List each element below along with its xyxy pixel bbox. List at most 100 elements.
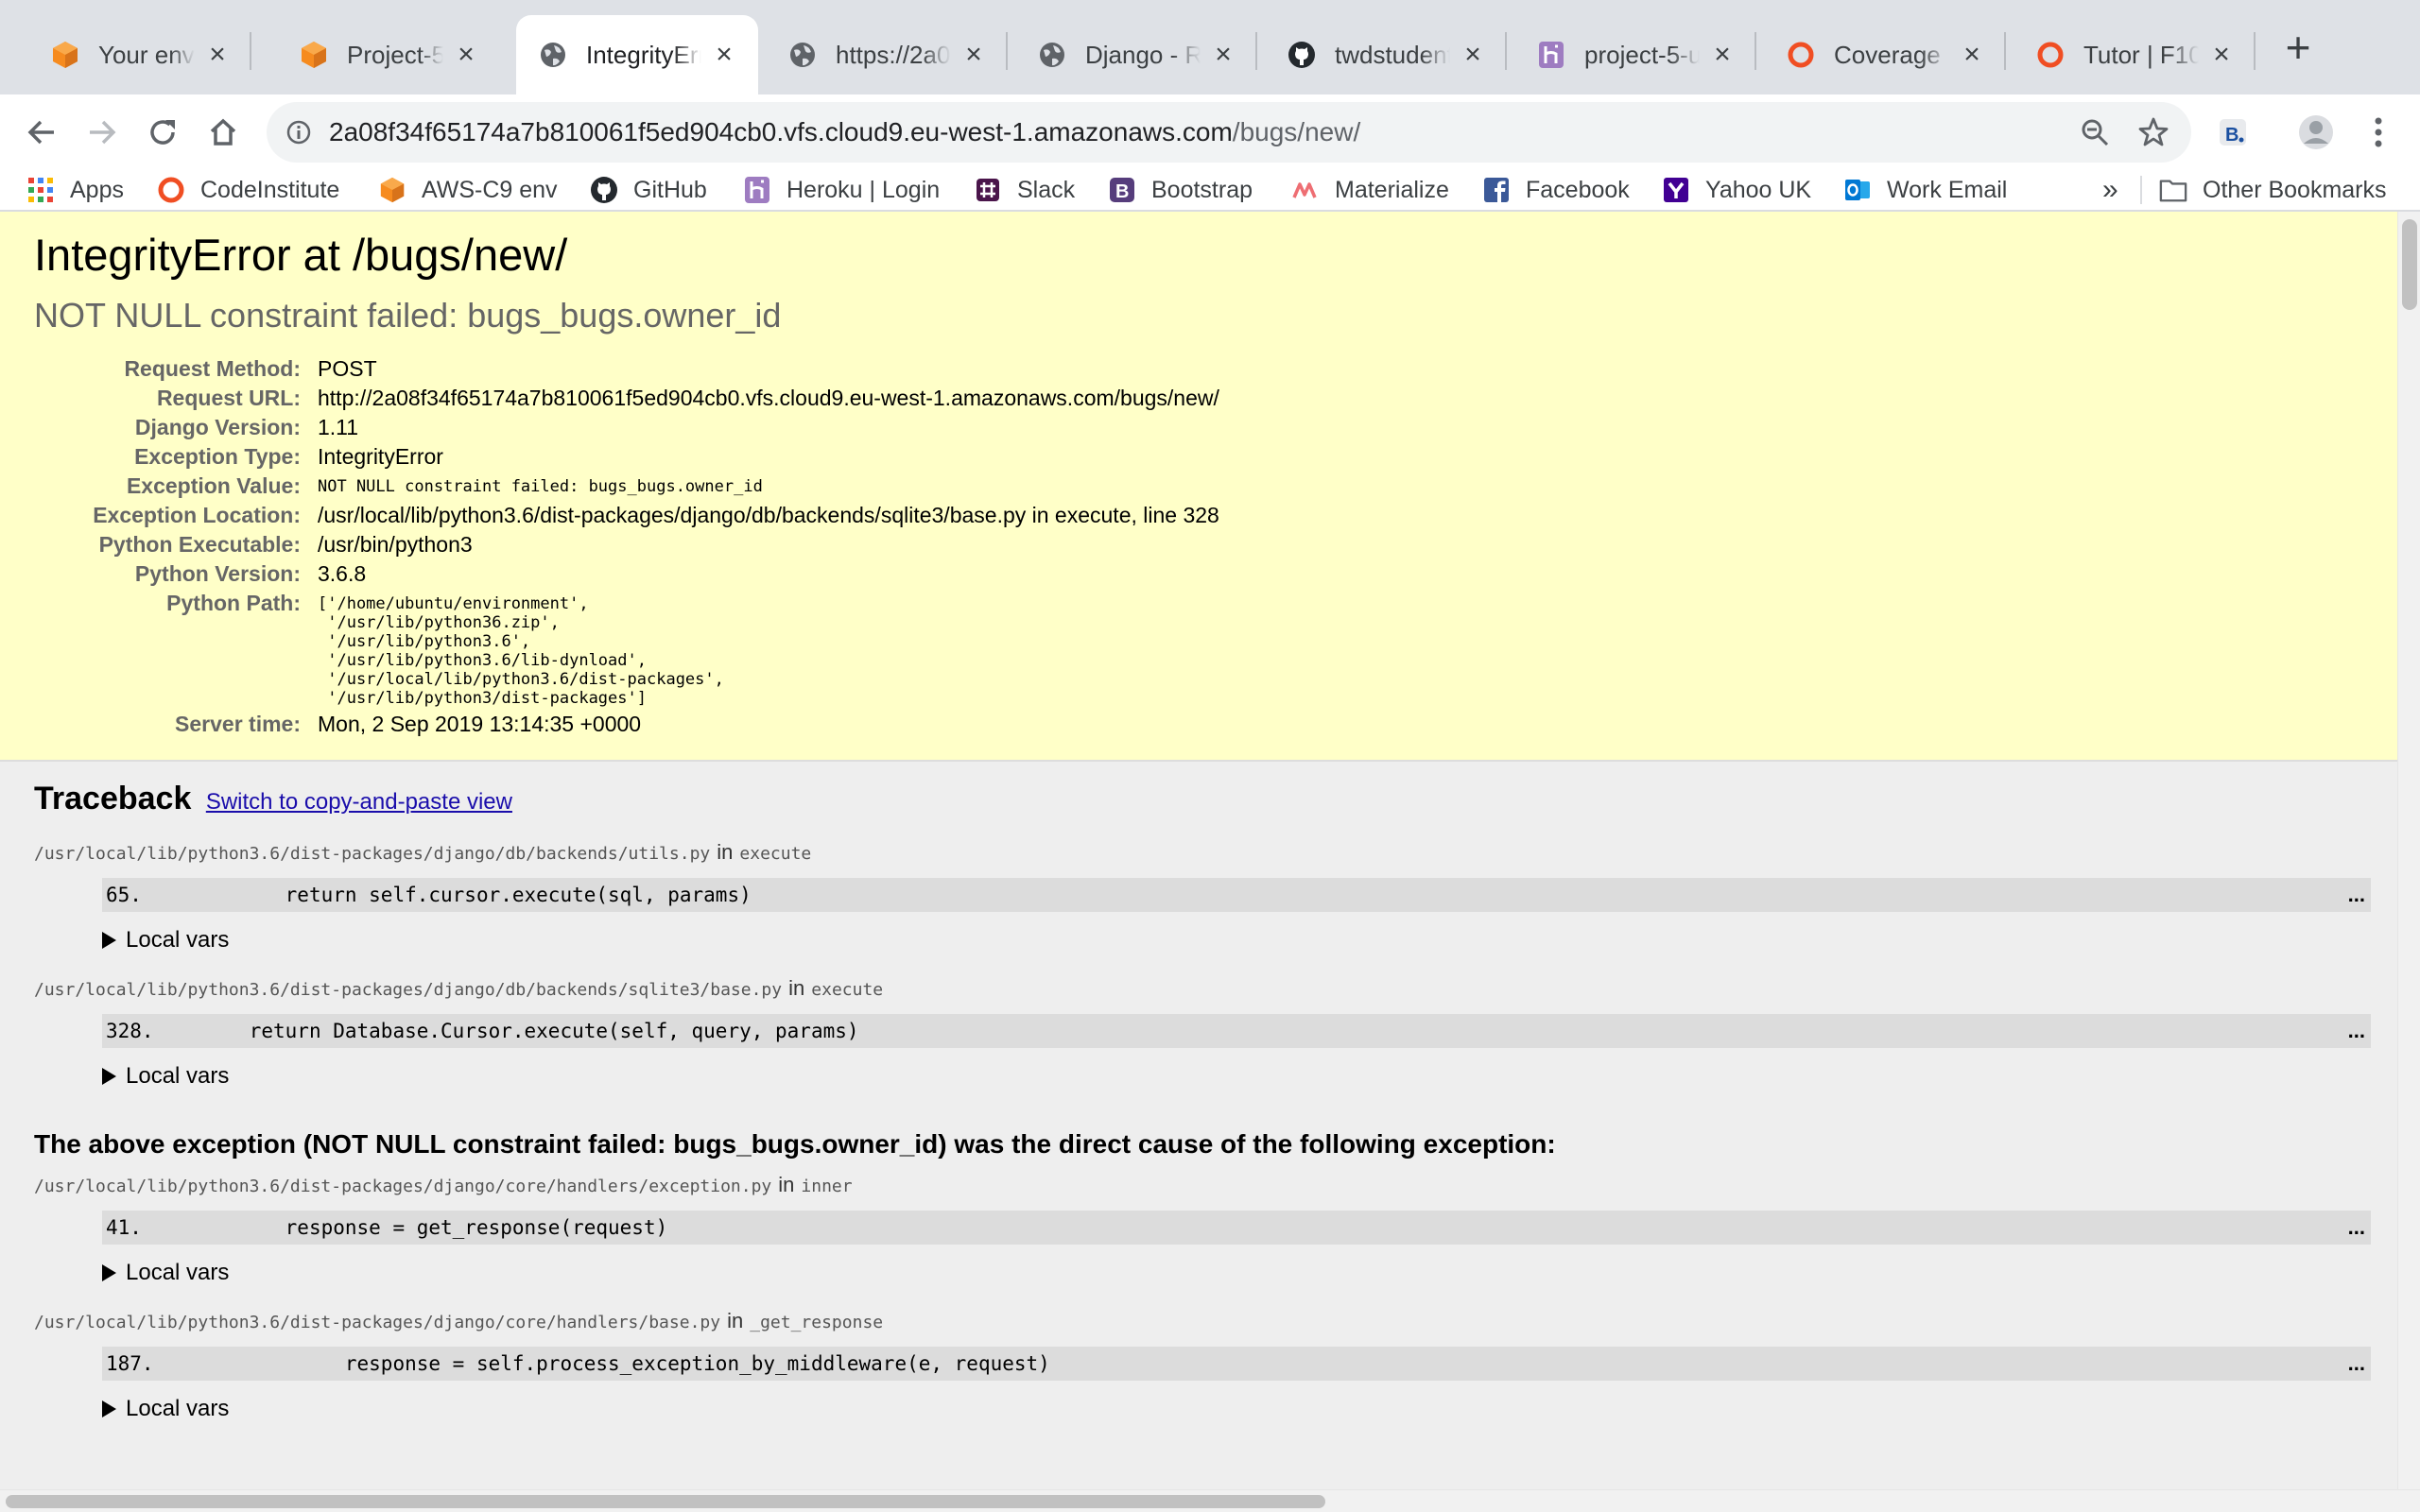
other-bookmarks-folder[interactable]: Other Bookmarks: [2159, 170, 2387, 210]
arrow-left-icon: [27, 120, 54, 145]
meta-label: Exception Value:: [126, 473, 301, 498]
tab-your-environment[interactable]: Your environment ×: [28, 15, 251, 94]
globe-icon: [537, 39, 569, 71]
close-icon[interactable]: ×: [1707, 40, 1737, 70]
bookmark-label: Work Email: [1887, 176, 2008, 203]
bookmark-star-icon[interactable]: [2135, 113, 2172, 151]
meta-label: Exception Location:: [93, 503, 301, 527]
url-path: /bugs/new/: [1232, 117, 1361, 146]
bookmarks-overflow-button[interactable]: »: [2102, 170, 2118, 210]
bookmark-label: Apps: [70, 176, 124, 203]
close-icon[interactable]: ×: [202, 40, 233, 70]
ci-ring-icon: [1785, 39, 1817, 71]
meta-row: Exception Location: /usr/local/lib/python…: [34, 501, 1219, 530]
error-message: NOT NULL constraint failed: bugs_bugs.ow…: [34, 296, 782, 335]
browser-toolbar: 2a08f34f65174a7b810061f5ed904cb0.vfs.clo…: [0, 94, 2420, 170]
info-icon[interactable]: [280, 113, 318, 151]
expand-context-button[interactable]: ...: [2348, 1347, 2365, 1381]
expand-context-button[interactable]: ...: [2348, 878, 2365, 912]
context-line[interactable]: 328. return Database.Cursor.execute(self…: [102, 1014, 2371, 1048]
triangle-right-icon: [102, 1264, 116, 1281]
meta-value: POST: [318, 356, 377, 381]
expand-context-button[interactable]: ...: [2348, 1014, 2365, 1048]
close-icon[interactable]: ×: [1458, 40, 1488, 70]
context-line[interactable]: 41. response = get_response(request)...: [102, 1211, 2371, 1245]
bookmark-aws-c9[interactable]: AWS-C9 env: [378, 170, 558, 210]
context-line[interactable]: 187. response = self.process_exception_b…: [102, 1347, 2371, 1381]
close-icon[interactable]: ×: [2206, 40, 2237, 70]
close-icon[interactable]: ×: [709, 40, 739, 70]
tab-github[interactable]: twdstudent/project ×: [1265, 15, 1507, 94]
extension-button[interactable]: B: [2208, 108, 2257, 157]
vertical-scrollbar[interactable]: [2397, 212, 2420, 1489]
new-tab-button[interactable]: +: [2274, 21, 2322, 74]
expand-context-button[interactable]: ...: [2348, 1211, 2365, 1245]
bookmark-label: AWS-C9 env: [422, 176, 558, 203]
meta-value: NOT NULL constraint failed: bugs_bugs.ow…: [318, 477, 763, 496]
github-icon: [590, 176, 618, 204]
tab-integrity-error[interactable]: IntegrityError ×: [516, 15, 758, 94]
local-vars-toggle[interactable]: Local vars: [102, 1396, 2363, 1422]
github-icon: [1286, 39, 1318, 71]
frame-filename: /usr/local/lib/python3.6/dist-packages/d…: [34, 840, 812, 864]
profile-button[interactable]: [2291, 108, 2341, 157]
meta-value: IntegrityError: [318, 444, 443, 469]
close-icon[interactable]: ×: [1957, 40, 1987, 70]
bookmark-facebook[interactable]: Facebook: [1482, 170, 1630, 210]
forward-button[interactable]: [78, 108, 127, 157]
bookmark-github[interactable]: GitHub: [590, 170, 707, 210]
tab-coverage[interactable]: Coverage | Tutor ×: [1764, 15, 2006, 94]
bootstrap-icon: B: [1108, 176, 1136, 204]
bitly-extension-icon: B: [2220, 119, 2246, 146]
meta-label: Python Version:: [134, 561, 301, 586]
tab-title: Your environment: [98, 40, 195, 69]
apps-grid-icon: [26, 176, 55, 204]
bookmark-slack[interactable]: Slack: [974, 170, 1075, 210]
url-text[interactable]: 2a08f34f65174a7b810061f5ed904cb0.vfs.clo…: [329, 102, 1360, 163]
meta-row: Exception Type: IntegrityError: [34, 442, 1219, 472]
context-line[interactable]: 65. return self.cursor.execute(sql, para…: [102, 878, 2371, 912]
bookmark-label: GitHub: [633, 176, 707, 203]
bookmark-apps[interactable]: Apps: [26, 170, 124, 210]
tab-django-reverse[interactable]: Django - Reverse ×: [1015, 15, 1257, 94]
switch-copy-paste-link[interactable]: Switch to copy-and-paste view: [206, 789, 512, 815]
tab-title: Project-5-Unicorn: [347, 40, 443, 69]
tab-heroku[interactable]: project-5-unicorn ×: [1514, 15, 1756, 94]
horizontal-scroll-thumb[interactable]: [6, 1495, 1325, 1508]
error-summary: IntegrityError at /bugs/new/ NOT NULL co…: [0, 212, 2397, 762]
heroku-icon: [1535, 39, 1567, 71]
aws-cube-icon: [298, 39, 330, 71]
meta-label: Python Path:: [166, 591, 301, 615]
reload-button[interactable]: [138, 108, 187, 157]
close-icon[interactable]: ×: [959, 40, 989, 70]
zoom-icon[interactable]: [2076, 113, 2114, 151]
tab-tutor[interactable]: Tutor | F101 ×: [2014, 15, 2256, 94]
line-number: 328.: [106, 1020, 154, 1042]
kebab-menu-icon: [2375, 117, 2382, 147]
bookmark-label: Facebook: [1526, 176, 1630, 203]
horizontal-scrollbar[interactable]: [0, 1489, 2420, 1512]
globe-icon: [786, 39, 819, 71]
traceback-section: Traceback Switch to copy-and-paste view …: [0, 762, 2397, 1422]
line-number: 41.: [106, 1216, 142, 1239]
bookmark-yahoo[interactable]: Yahoo UK: [1662, 170, 1811, 210]
tab-project-5[interactable]: Project-5-Unicorn ×: [277, 15, 500, 94]
close-icon[interactable]: ×: [451, 40, 481, 70]
address-bar[interactable]: 2a08f34f65174a7b810061f5ed904cb0.vfs.clo…: [267, 102, 2191, 163]
bookmark-bootstrap[interactable]: B Bootstrap: [1108, 170, 1253, 210]
local-vars-toggle[interactable]: Local vars: [102, 927, 2363, 954]
home-button[interactable]: [199, 108, 248, 157]
bookmark-codeinstitute[interactable]: CodeInstitute: [157, 170, 339, 210]
tab-url[interactable]: https://2a08f34f65174a7b ×: [766, 15, 1008, 94]
vertical-scroll-thumb[interactable]: [2402, 219, 2417, 310]
bookmark-materialize[interactable]: Materialize: [1291, 170, 1449, 210]
slack-icon: [974, 176, 1002, 204]
close-icon[interactable]: ×: [1208, 40, 1238, 70]
local-vars-toggle[interactable]: Local vars: [102, 1260, 2363, 1286]
menu-button[interactable]: [2354, 108, 2403, 157]
local-vars-toggle[interactable]: Local vars: [102, 1063, 2363, 1090]
bookmark-heroku[interactable]: Heroku | Login: [743, 170, 940, 210]
bookmark-work-email[interactable]: Work Email: [1843, 170, 2007, 210]
aws-cube-icon: [378, 176, 406, 204]
back-button[interactable]: [17, 108, 66, 157]
